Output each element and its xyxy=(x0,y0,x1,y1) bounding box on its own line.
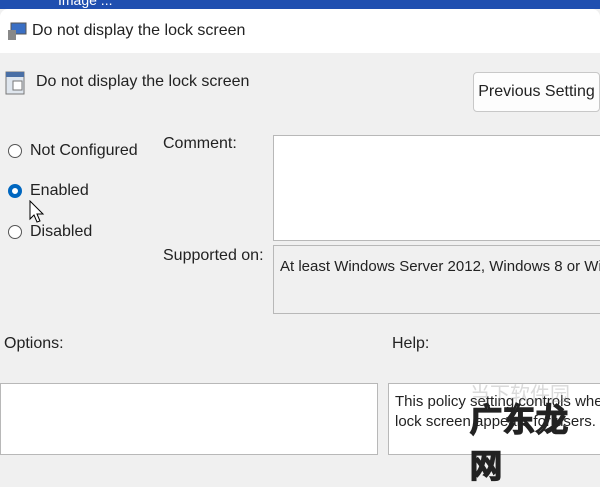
radio-enabled[interactable] xyxy=(8,184,22,198)
radio-not-configured[interactable] xyxy=(8,144,22,158)
comment-textarea[interactable] xyxy=(273,135,600,241)
supported-on-value: At least Windows Server 2012, Windows 8 … xyxy=(280,258,600,275)
parent-window-title: Image ... xyxy=(58,0,113,8)
options-panel xyxy=(0,383,378,455)
previous-setting-button[interactable]: Previous Setting xyxy=(473,72,600,112)
parent-window-titlebar: Image ... xyxy=(0,0,600,9)
supported-on-label: Supported on: xyxy=(163,247,264,264)
comment-label: Comment: xyxy=(163,135,237,152)
help-label: Help: xyxy=(392,335,430,352)
policy-setting-icon xyxy=(5,71,25,95)
radio-label-disabled[interactable]: Disabled xyxy=(30,223,92,241)
dialog-titlebar: Do not display the lock screen xyxy=(0,9,600,53)
dialog-title: Do not display the lock screen xyxy=(32,22,246,39)
policy-title: Do not display the lock screen xyxy=(36,73,250,90)
options-label: Options: xyxy=(4,335,64,352)
watermark: 广东龙网 xyxy=(469,401,570,485)
radio-label-not-configured[interactable]: Not Configured xyxy=(30,142,138,160)
policy-computer-icon xyxy=(8,22,27,40)
radio-disabled[interactable] xyxy=(8,225,22,239)
radio-label-enabled[interactable]: Enabled xyxy=(30,182,89,200)
supported-on-field: At least Windows Server 2012, Windows 8 … xyxy=(273,245,600,314)
mouse-cursor-icon xyxy=(29,200,45,223)
